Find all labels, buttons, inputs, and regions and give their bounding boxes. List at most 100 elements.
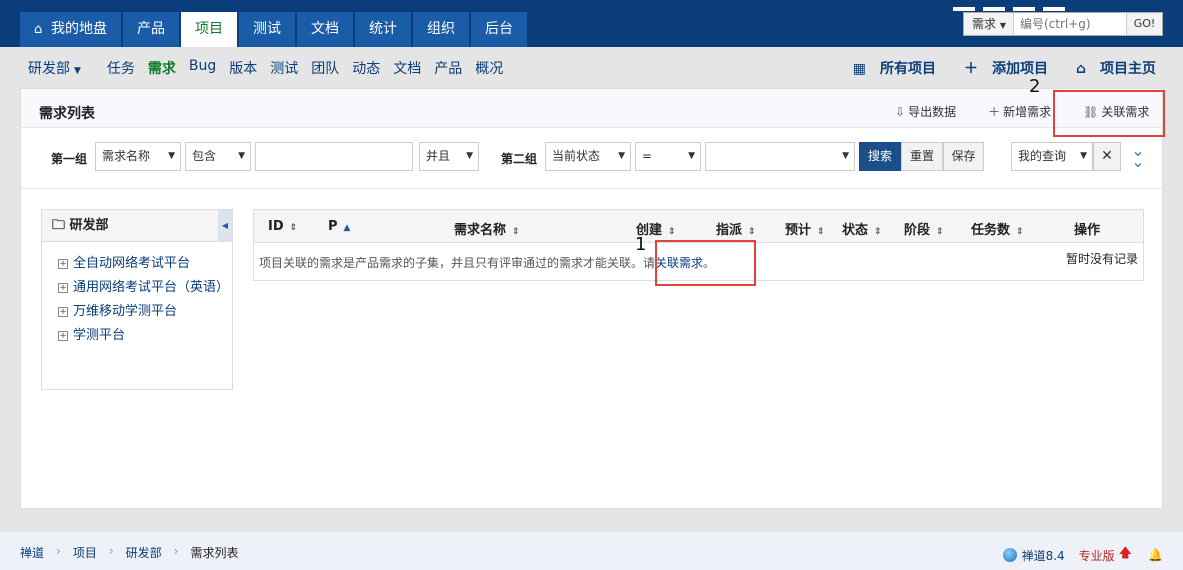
sort-asc-icon: ▲ bbox=[343, 223, 351, 233]
col-estimate-label: 预计 bbox=[785, 223, 812, 238]
andor-select[interactable]: 并且 ▼ bbox=[419, 142, 479, 171]
breadcrumb-item[interactable]: 研发部 bbox=[126, 544, 162, 561]
tree-item[interactable]: + 万维移动学测平台 bbox=[58, 302, 232, 322]
sort-icon: ⇕ bbox=[874, 227, 882, 237]
group2-operator-select[interactable]: = ▼ bbox=[635, 142, 701, 171]
subnav-item-doc[interactable]: 文档 bbox=[393, 58, 421, 78]
tree-item[interactable]: + 全自动网络考试平台 bbox=[58, 254, 232, 274]
col-assigned-label: 指派 bbox=[716, 223, 743, 238]
annotation-box-2 bbox=[1053, 90, 1165, 137]
nav-tab-product[interactable]: 产品 bbox=[123, 12, 179, 47]
project-home-link[interactable]: ⌂ 项目主页 bbox=[1062, 58, 1156, 78]
plus-icon: ＋ bbox=[963, 61, 978, 77]
reset-button[interactable]: 重置 bbox=[901, 142, 943, 171]
expand-plus-icon[interactable]: + bbox=[58, 283, 68, 293]
search-button[interactable]: 搜索 bbox=[859, 142, 901, 171]
version-link[interactable]: 禅道8.4 bbox=[1022, 547, 1065, 564]
search-type-select[interactable]: 需求 ▼ bbox=[964, 13, 1014, 35]
caret-down-icon: ▼ bbox=[842, 151, 849, 161]
col-assigned[interactable]: 指派 ⇕ bbox=[716, 219, 756, 238]
group2-label: 第二组 bbox=[501, 152, 538, 166]
col-stage[interactable]: 阶段 ⇕ bbox=[904, 219, 944, 238]
tree-header: 🗀 研发部 ◀ bbox=[42, 210, 232, 242]
save-query-button[interactable]: 保存 bbox=[943, 142, 984, 171]
edition-link[interactable]: 专业版 bbox=[1079, 547, 1115, 564]
subnav-item-team[interactable]: 团队 bbox=[311, 58, 339, 78]
tree-item[interactable]: + 学测平台 bbox=[58, 326, 232, 346]
upgrade-arrow-icon[interactable]: 🡅 bbox=[1119, 544, 1132, 566]
nav-tab-project[interactable]: 项目 bbox=[181, 12, 237, 47]
sort-icon: ⇕ bbox=[668, 227, 676, 237]
add-project-link[interactable]: ＋ 添加项目 bbox=[950, 58, 1048, 78]
tree-item-label: 万维移动学测平台 bbox=[73, 304, 178, 319]
group1-field-select[interactable]: 需求名称 ▼ bbox=[95, 142, 181, 171]
dept-label: 研发部 bbox=[28, 61, 70, 77]
bell-icon[interactable]: 🔔 bbox=[1148, 548, 1163, 562]
col-pri[interactable]: P ▲ bbox=[328, 219, 350, 234]
expand-plus-icon[interactable]: + bbox=[58, 259, 68, 269]
subnav-item-bug[interactable]: Bug bbox=[189, 58, 216, 78]
search-go-button[interactable]: GO! bbox=[1126, 13, 1162, 35]
col-pri-label: P bbox=[328, 219, 338, 234]
clear-icon[interactable]: ✕ bbox=[1093, 142, 1121, 171]
export-label: 导出数据 bbox=[908, 105, 957, 119]
col-id[interactable]: ID ⇕ bbox=[268, 219, 297, 234]
subnav-item-task[interactable]: 任务 bbox=[107, 58, 135, 78]
col-tasks[interactable]: 任务数 ⇕ bbox=[971, 219, 1024, 238]
tree-item-label: 学测平台 bbox=[73, 328, 126, 343]
col-title-label: 需求名称 bbox=[454, 223, 507, 238]
expand-plus-icon[interactable]: + bbox=[58, 307, 68, 317]
caret-down-icon: ▼ bbox=[74, 66, 81, 76]
nav-tab-company[interactable]: 组织 bbox=[413, 12, 469, 47]
annotation-number-1: 1 bbox=[635, 234, 647, 255]
export-icon: ⇩ bbox=[895, 105, 906, 119]
my-query-select[interactable]: 我的查询 ▼ bbox=[1011, 142, 1093, 171]
group2-value-select[interactable]: ▼ bbox=[705, 142, 855, 171]
nav-tab-qa[interactable]: 测试 bbox=[239, 12, 295, 47]
breadcrumb-current: 需求列表 bbox=[190, 546, 239, 560]
collapse-sidebar-icon[interactable]: ◀ bbox=[218, 210, 232, 242]
nav-tab-report[interactable]: 统计 bbox=[355, 12, 411, 47]
search-input[interactable] bbox=[1014, 13, 1126, 35]
sort-icon: ⇕ bbox=[1016, 227, 1024, 237]
nav-tab-admin[interactable]: 后台 bbox=[471, 12, 527, 47]
caret-down-icon: ▼ bbox=[238, 151, 245, 161]
subnav-item-view[interactable]: 概况 bbox=[475, 58, 503, 78]
all-projects-link[interactable]: ▦ 所有项目 bbox=[839, 58, 936, 78]
expand-plus-icon[interactable]: + bbox=[58, 331, 68, 341]
subnav-item-test[interactable]: 测试 bbox=[270, 58, 298, 78]
caret-down-icon: ▼ bbox=[466, 151, 473, 161]
export-button[interactable]: ⇩ 导出数据 bbox=[895, 103, 972, 120]
caret-down-icon: ▼ bbox=[618, 151, 625, 161]
user-menu-partial[interactable] bbox=[953, 0, 1153, 11]
subnav-item-story[interactable]: 需求 bbox=[148, 58, 176, 78]
home-icon: ⌂ bbox=[1075, 61, 1086, 77]
breadcrumb-item[interactable]: 项目 bbox=[73, 544, 97, 561]
top-navbar: ⌂ 我的地盘 产品 项目 测试 文档 统计 组织 后台 需求 ▼ GO! bbox=[0, 0, 1183, 47]
group2-field-select[interactable]: 当前状态 ▼ bbox=[545, 142, 631, 171]
tree-item[interactable]: + 通用网络考试平台（英语） bbox=[58, 278, 232, 298]
sort-icon: ⇕ bbox=[817, 227, 825, 237]
module-tree: 🗀 研发部 ◀ + 全自动网络考试平台 + 通用网络考试平台（英语） + 万维移动学测… bbox=[41, 209, 233, 390]
group1-field-value: 需求名称 bbox=[102, 149, 151, 163]
dept-dropdown[interactable]: 研发部 ▼ bbox=[28, 58, 94, 78]
caret-down-icon: ▼ bbox=[999, 21, 1006, 30]
new-story-label: 新增需求 bbox=[1003, 105, 1052, 119]
group1-value-input[interactable] bbox=[255, 142, 413, 171]
nav-tab-doc[interactable]: 文档 bbox=[297, 12, 353, 47]
subnav-item-build[interactable]: 版本 bbox=[229, 58, 257, 78]
subnav-item-dynamic[interactable]: 动态 bbox=[352, 58, 380, 78]
col-status-label: 状态 bbox=[842, 223, 869, 238]
double-chevron-down-icon[interactable]: ⌄ ⌄ bbox=[1127, 143, 1149, 170]
breadcrumb-item[interactable]: 禅道 bbox=[20, 544, 44, 561]
home-icon: ⌂ bbox=[34, 22, 43, 37]
group2-operator-value: = bbox=[642, 149, 653, 163]
page-title: 需求列表 bbox=[39, 106, 95, 122]
col-status[interactable]: 状态 ⇕ bbox=[842, 219, 882, 238]
subnav-item-product[interactable]: 产品 bbox=[434, 58, 462, 78]
nav-tab-my[interactable]: ⌂ 我的地盘 bbox=[20, 12, 121, 47]
col-estimate[interactable]: 预计 ⇕ bbox=[785, 219, 825, 238]
col-title[interactable]: 需求名称 ⇕ bbox=[454, 219, 520, 238]
group1-operator-select[interactable]: 包含 ▼ bbox=[185, 142, 251, 171]
chevron-right-icon: › bbox=[56, 544, 61, 558]
